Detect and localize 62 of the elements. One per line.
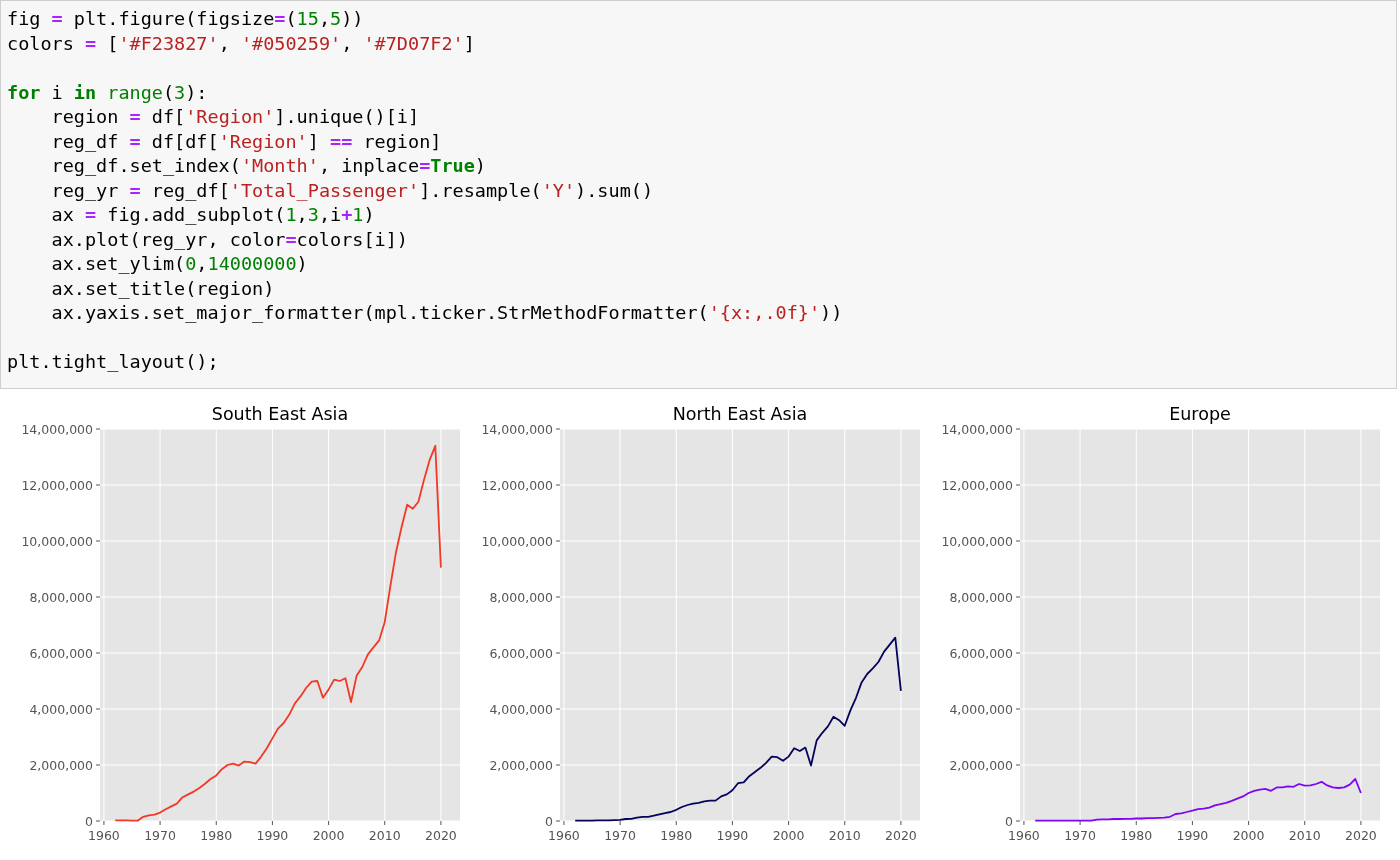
axis-tick-label: 2020 [885, 828, 917, 843]
axis-tick-label: 1980 [200, 828, 233, 843]
axis-tick-label: 4,000,000 [949, 701, 1013, 717]
chart-title: North East Asia [672, 404, 808, 424]
code-line: reg_df.set_index('Month', inplace=True) [50, 154, 487, 178]
axis-tick-label: 10,000,000 [481, 533, 553, 549]
axis-tick-label: 2010 [828, 828, 861, 843]
code-line: fig = plt.figure(figsize=(15,5)) [7, 7, 365, 31]
axis-tick-label: 10,000,000 [941, 533, 1013, 549]
axis-tick-label: 6,000,000 [29, 645, 93, 661]
code-line: plt.tight_layout(); [7, 350, 220, 374]
axis-tick-label: 14,000,000 [481, 421, 553, 437]
axis-tick-label: 1970 [1064, 828, 1096, 843]
axis-tick-label: 1970 [604, 828, 636, 843]
axis-tick-label: 2000 [312, 828, 345, 843]
axis-tick-label: 10,000,000 [21, 533, 93, 549]
axis-tick-label: 1960 [1008, 828, 1040, 843]
axis-tick-label: 8,000,000 [29, 589, 93, 605]
axis-tick-label: 2000 [1232, 828, 1265, 843]
axis-tick-label: 8,000,000 [949, 589, 1013, 605]
axis-tick-label: 2,000,000 [949, 757, 1013, 773]
chart-title: South East Asia [211, 404, 349, 424]
axis-tick-label: 2010 [368, 828, 401, 843]
axis-tick-label: 1990 [1176, 828, 1209, 843]
code-line: ax.set_ylim(0,14000000) [50, 252, 309, 276]
code-line: reg_yr = reg_df['Total_Passenger'].resample('Y').sum() [50, 178, 655, 203]
axis-tick-label: 2,000,000 [29, 757, 93, 773]
chart-title: Europe [1169, 404, 1231, 424]
axis-tick-label: 2020 [1345, 828, 1377, 843]
axis-tick-label: 12,000,000 [21, 477, 93, 493]
code-line: colors = ['#F23827', '#050259', '#7D07F2'] [7, 31, 476, 56]
axis-tick-label: 2,000,000 [489, 757, 553, 773]
code-line: for i in range(3): [7, 80, 209, 105]
axis-tick-label: 1980 [1120, 828, 1153, 843]
code-line: reg_df = df[df['Region'] == region] [50, 129, 443, 154]
axis-tick-label: 0 [545, 813, 553, 829]
axis-tick-label: 0 [85, 813, 93, 829]
code-line: region = df['Region'].unique()[i] [50, 105, 421, 129]
axis-tick-label: 4,000,000 [29, 701, 93, 717]
axis-tick-label: 12,000,000 [481, 477, 553, 493]
axis-tick-label: 1980 [660, 828, 693, 843]
axis-tick-label: 8,000,000 [489, 589, 553, 605]
axis-tick-label: 6,000,000 [949, 645, 1013, 661]
axis-tick-label: 1990 [716, 828, 749, 843]
code-line: ax.yaxis.set_major_formatter(mpl.ticker.StrMethodFormatter('{x:,.0f}')) [50, 301, 844, 325]
axis-tick-label: 12,000,000 [941, 477, 1013, 493]
code-line: ax.set_title(region) [50, 276, 276, 301]
axis-tick-label: 4,000,000 [489, 701, 553, 717]
axis-tick-label: 2000 [772, 828, 805, 843]
axis-tick-label: 1990 [256, 828, 289, 843]
axis-tick-label: 14,000,000 [941, 421, 1013, 437]
axis-tick-label: 1960 [548, 828, 580, 843]
code-line: ax.plot(reg_yr, color=colors[i]) [50, 227, 409, 252]
axis-tick-label: 0 [1005, 813, 1013, 829]
axis-tick-label: 2020 [425, 828, 457, 843]
axis-tick-label: 1960 [88, 828, 120, 843]
code-cell[interactable] [0, 0, 1397, 389]
axis-tick-label: 2010 [1288, 828, 1321, 843]
axis-tick-label: 1970 [144, 828, 176, 843]
code-line: ax = fig.add_subplot(1,3,i+1) [50, 203, 376, 227]
axis-tick-label: 6,000,000 [489, 645, 553, 661]
axis-tick-label: 14,000,000 [21, 421, 93, 437]
